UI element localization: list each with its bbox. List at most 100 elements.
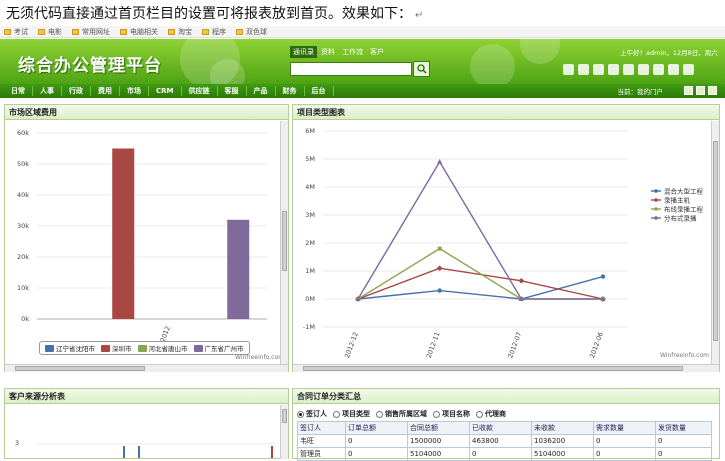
home-icon[interactable] [563, 64, 574, 75]
table-cell: 韦旺 [297, 434, 346, 448]
welcome-text: 上午好！admin，12月8日，周六 [620, 49, 718, 57]
radio-circle[interactable] [333, 410, 340, 418]
y-tick-label: 20k [17, 253, 29, 261]
bookmark-item[interactable]: 电脑相关 [120, 27, 158, 37]
bookmark-item[interactable]: 常用网址 [72, 27, 110, 37]
column-header[interactable]: 签订人 [297, 421, 346, 435]
radio-circle[interactable] [297, 410, 304, 418]
nav-item[interactable]: 市场 [120, 86, 149, 96]
group-radio[interactable]: 项目名称 [433, 409, 470, 419]
group-radio[interactable]: 项目类型 [333, 409, 370, 419]
radio-circle[interactable] [476, 410, 483, 418]
search-button[interactable] [413, 61, 430, 77]
y-tick-label: 2M [305, 239, 315, 247]
bookmark-item[interactable]: 考试 [4, 27, 28, 37]
sun-icon[interactable] [608, 64, 619, 75]
market-legend: 辽宁省沈阳市 深圳市 河北省唐山市 广东省广州市 [39, 341, 250, 355]
table-row[interactable]: 韦旺 0 1500000 463800 1036200 0 0 [297, 434, 712, 448]
current-location: 当前：我的门户 [617, 88, 664, 96]
legend-item: 录播主机 [651, 195, 691, 204]
user-icon[interactable] [683, 64, 694, 75]
radio-circle[interactable] [376, 410, 383, 418]
nav-item[interactable]: CRM [149, 86, 182, 96]
column-header[interactable]: 发货数量 [655, 421, 712, 435]
bookmark-item[interactable]: 淘宝 [168, 27, 192, 37]
chart-icon[interactable] [653, 64, 664, 75]
series-line [357, 275, 604, 300]
project-hscroll[interactable] [293, 364, 719, 372]
column-header[interactable]: 需求数量 [593, 421, 656, 435]
legend-item[interactable]: 河北省唐山市 [137, 343, 188, 353]
legend-label: 录播主机 [664, 195, 691, 204]
folder-icon [72, 28, 79, 35]
legend-item[interactable]: 广东省广州市 [193, 343, 244, 353]
group-radio[interactable]: 代理商 [476, 409, 506, 419]
add-icon[interactable] [708, 86, 717, 95]
market-panel-title: 市场区域费用 [5, 105, 288, 120]
y-tick-label: 3M [305, 211, 315, 219]
search-tab[interactable]: 工作流 [339, 46, 366, 58]
bookmark-label: 程序 [212, 27, 226, 36]
folder-icon [38, 28, 45, 35]
nav-item[interactable]: 费用 [91, 86, 120, 96]
column-header[interactable]: 合同总额 [407, 421, 470, 435]
search-tab[interactable]: 客户 [367, 46, 387, 58]
nav-item[interactable]: 供应链 [182, 86, 218, 96]
project-line-chart: -1M 0M 1M 2M 3M 4M 5M 6M 2012-12 2012-11 2012-07 20… [303, 127, 704, 359]
y-tick-label: 40k [17, 191, 29, 199]
nav-item[interactable]: 人事 [33, 86, 62, 96]
table-cell: 463800 [469, 434, 532, 448]
nav-item[interactable]: 客服 [218, 86, 247, 96]
legend-swatch [101, 344, 110, 352]
search-input[interactable] [290, 62, 412, 76]
group-radio[interactable]: 销售所属区域 [376, 409, 427, 419]
bookmark-item[interactable]: 电影 [38, 27, 62, 37]
folder-icon [236, 28, 243, 35]
calendar-icon[interactable] [623, 64, 634, 75]
x-tick-label: 2012-07 [506, 331, 523, 359]
market-vscroll[interactable] [280, 121, 288, 364]
bookmark-item[interactable]: 程序 [202, 27, 226, 37]
document-icon[interactable] [638, 64, 649, 75]
search-tab[interactable]: 资料 [318, 46, 338, 58]
legend-item: 分布式录播 [651, 213, 697, 222]
market-hscroll[interactable] [5, 364, 288, 372]
search-tab[interactable]: 通讯录 [290, 46, 317, 58]
table-cell: 0 [655, 434, 712, 448]
edit-icon[interactable] [684, 86, 693, 95]
radio-circle[interactable] [433, 410, 440, 418]
folder-icon [4, 28, 11, 35]
legend-label: 辽宁省沈阳市 [56, 345, 95, 353]
data-point [436, 265, 443, 272]
legend-item[interactable]: 辽宁省沈阳市 [45, 343, 95, 353]
table-cell: 1036200 [531, 434, 594, 448]
table-cell: 0 [345, 434, 408, 448]
legend-item: 布线录播工程 [651, 204, 704, 213]
customer-vscroll[interactable] [280, 405, 288, 459]
bookmark-item[interactable]: 双色球 [236, 27, 267, 37]
return-mark: ↵ [415, 10, 424, 21]
nav-item[interactable]: 行政 [62, 86, 91, 96]
refresh-icon[interactable] [696, 86, 705, 95]
folder-icon[interactable] [668, 64, 679, 75]
legend-item[interactable]: 深圳市 [101, 343, 132, 353]
legend-marker [654, 216, 658, 220]
orders-table: 签订人 订单总额 合同总额 已收款 未收款 需求数量 发货数量 韦旺 0 1500000 46380… [297, 421, 712, 461]
column-header[interactable]: 订单总额 [345, 421, 408, 435]
legend-marker [654, 207, 658, 211]
y-tick-label: 1M [305, 267, 315, 275]
project-vscroll[interactable] [711, 121, 719, 364]
shirt-icon[interactable] [593, 64, 604, 75]
nav-item[interactable]: 日常 [4, 86, 33, 96]
nav-item[interactable]: 后台 [305, 86, 334, 96]
y-tick-label: 5M [305, 155, 315, 163]
radio-label: 签订人 [306, 410, 327, 418]
bar [112, 148, 135, 319]
column-header[interactable]: 已收款 [469, 421, 532, 435]
column-header[interactable]: 未收款 [531, 421, 594, 435]
y-tick-label: 0k [21, 315, 29, 323]
group-radio[interactable]: 签订人 [297, 409, 327, 419]
nav-item[interactable]: 财务 [276, 86, 305, 96]
mail-icon[interactable] [578, 64, 589, 75]
nav-item[interactable]: 产品 [247, 86, 276, 96]
